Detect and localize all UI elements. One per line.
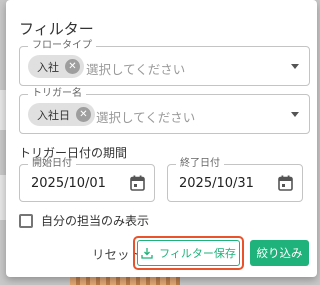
save-filter-button[interactable]: フィルター保存 [137, 240, 240, 266]
flow-type-placeholder: 選択してください [86, 62, 186, 77]
save-filter-label: フィルター保存 [159, 247, 236, 260]
start-date-value: 2025/10/01 [31, 176, 106, 191]
apply-filter-label: 絞り込み [256, 246, 303, 260]
filter-panel: フィルター フロータイプ 入社 ✕ 選択してください トリガー名 入社日 ✕ 選… [6, 0, 317, 277]
start-date-field[interactable]: 開始日付 2025/10/01 [19, 158, 155, 202]
flow-type-label: フロータイプ [28, 40, 96, 52]
background-decoration [70, 276, 180, 285]
flow-type-chip: 入社 ✕ [28, 55, 84, 78]
caret-down-icon[interactable] [291, 64, 299, 69]
close-circle-icon[interactable]: ✕ [76, 107, 91, 122]
flow-type-select[interactable]: フロータイプ 入社 ✕ 選択してください [19, 40, 310, 86]
trigger-name-placeholder: 選択してください [96, 110, 196, 125]
caret-down-icon[interactable] [291, 112, 299, 117]
flow-type-chip-label: 入社 [37, 60, 59, 74]
trigger-name-label: トリガー名 [28, 88, 86, 100]
own-only-row[interactable]: 自分の担当のみ表示 [19, 212, 149, 229]
calendar-icon[interactable] [130, 175, 145, 191]
calendar-icon[interactable] [278, 175, 293, 191]
trigger-name-select[interactable]: トリガー名 入社日 ✕ 選択してください [19, 88, 310, 134]
trigger-name-chip-label: 入社日 [37, 108, 70, 122]
close-circle-icon[interactable]: ✕ [65, 59, 80, 74]
download-icon [141, 248, 153, 259]
start-date-label: 開始日付 [28, 158, 76, 170]
own-only-checkbox[interactable] [19, 213, 33, 228]
panel-title: フィルター [19, 20, 94, 38]
own-only-label: 自分の担当のみ表示 [41, 214, 150, 228]
end-date-field[interactable]: 終了日付 2025/10/31 [167, 158, 303, 202]
end-date-label: 終了日付 [176, 158, 224, 170]
apply-filter-button[interactable]: 絞り込み [250, 240, 309, 266]
end-date-value: 2025/10/31 [179, 176, 254, 191]
trigger-name-chip: 入社日 ✕ [28, 103, 95, 126]
